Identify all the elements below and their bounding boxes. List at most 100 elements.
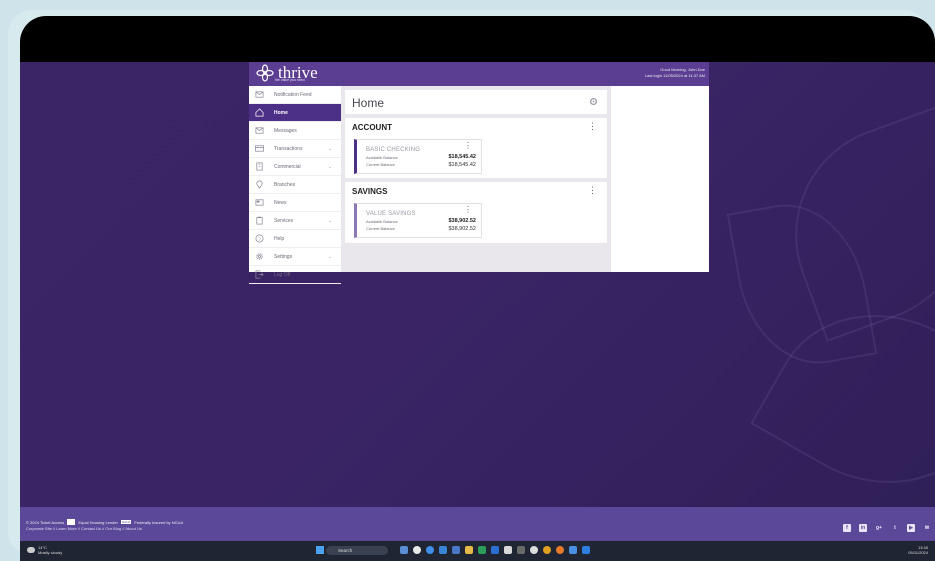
outlook-icon[interactable] <box>582 546 590 554</box>
desktop-screen: thrive the value you need Good Morning, … <box>20 62 935 561</box>
facebook-icon[interactable]: f <box>843 524 851 532</box>
email-icon[interactable]: ✉ <box>923 524 931 532</box>
sidebar-item-label: Services <box>274 217 294 224</box>
sidebar-item-notification-feed[interactable]: Notification Feed <box>249 86 341 104</box>
current-balance-value: $38,902.52 <box>448 226 476 232</box>
sidebar-item-label: Help <box>274 235 285 242</box>
social-links: f in g+ t ▶ ✉ <box>843 524 931 532</box>
available-balance-label: Available Balance <box>366 155 398 160</box>
equal-housing-icon <box>67 519 76 525</box>
sidebar-item-label: Branches <box>274 181 296 188</box>
chevron-down-icon[interactable]: ⌄ <box>328 164 332 170</box>
current-balance-label: Current Balance <box>366 226 395 231</box>
os-taskbar: 14°C Mostly cloudy Search 13:45 05/11/20… <box>20 541 935 561</box>
word-icon[interactable] <box>491 546 499 554</box>
logout-icon <box>255 270 264 279</box>
windows-start-icon[interactable] <box>316 546 324 554</box>
chevron-down-icon[interactable]: ⌄ <box>328 254 332 260</box>
sidebar-item-label: Settings <box>274 253 293 260</box>
footer-links[interactable]: Corporate Site // Learn More // Contact … <box>26 526 142 531</box>
task-view-icon[interactable] <box>400 546 408 554</box>
taskbar-search[interactable]: Search <box>326 546 388 555</box>
sidebar-item-services[interactable]: Services ⌄ <box>249 212 341 230</box>
sidebar-item-label: Notification Feed <box>274 91 312 98</box>
linkedin-icon[interactable]: in <box>859 524 867 532</box>
question-icon: ? <box>255 234 264 243</box>
edge-icon[interactable] <box>426 546 434 554</box>
account-card-savings[interactable]: ⋮ VALUE SAVINGS Available Balance $38,90… <box>354 203 482 238</box>
sidebar-item-label: Messages <box>274 127 297 134</box>
chevron-down-icon[interactable]: ⌄ <box>328 146 332 152</box>
page-header-card: Home <box>345 90 607 114</box>
taskbar-apps <box>400 546 590 554</box>
calculator-icon[interactable] <box>504 546 512 554</box>
card-icon <box>255 144 264 153</box>
file-explorer-icon[interactable] <box>465 546 473 554</box>
system-clock[interactable]: 13:45 05/11/2024 <box>908 545 928 555</box>
twitter-icon[interactable]: t <box>891 524 899 532</box>
sidebar-nav: Notification Feed Home Messages Transaction… <box>249 86 341 284</box>
account-menu-kebab-icon[interactable]: ⋮ <box>464 206 472 214</box>
clipboard-icon <box>255 216 264 225</box>
account-menu-kebab-icon[interactable]: ⋮ <box>464 142 472 150</box>
firefox-icon[interactable] <box>556 546 564 554</box>
xbox-icon[interactable] <box>478 546 486 554</box>
account-section: ACCOUNT ⋮ ⋮ BASIC CHECKING Available Bal… <box>345 118 607 178</box>
weather-widget[interactable]: 14°C Mostly cloudy <box>27 545 62 555</box>
envelope-icon <box>255 126 264 135</box>
weather-desc: Mostly cloudy <box>38 550 63 555</box>
account-card-checking[interactable]: ⋮ BASIC CHECKING Available Balance $18,5… <box>354 139 482 174</box>
page-title: Home <box>352 96 385 110</box>
copyright-text: © 2024 Ticket Access <box>26 519 65 525</box>
svg-text:?: ? <box>258 236 261 241</box>
customize-gear-icon[interactable] <box>589 97 598 106</box>
section-menu-kebab-icon[interactable]: ⋮ <box>588 186 597 195</box>
home-icon <box>255 108 264 117</box>
store-icon[interactable] <box>439 546 447 554</box>
logo-tagline: the value you need <box>275 78 305 82</box>
teams-icon[interactable] <box>569 546 577 554</box>
google-plus-icon[interactable]: g+ <box>875 524 883 532</box>
sidebar-item-label: News <box>274 199 287 206</box>
sidebar-item-home[interactable]: Home <box>249 104 341 122</box>
clock-app-icon[interactable] <box>530 546 538 554</box>
youtube-icon[interactable]: ▶ <box>907 524 915 532</box>
current-balance-label: Current Balance <box>366 162 395 167</box>
sidebar-item-settings[interactable]: Settings ⌄ <box>249 248 341 266</box>
chrome-icon[interactable] <box>413 546 421 554</box>
photos-icon[interactable] <box>543 546 551 554</box>
device-bezel: thrive the value you need Good Morning, … <box>20 16 935 561</box>
flower-logo-icon <box>256 64 274 82</box>
account-name: BASIC CHECKING <box>366 147 421 153</box>
building-icon <box>255 162 264 171</box>
app-header: thrive the value you need Good Morning, … <box>249 62 709 86</box>
sidebar-item-label: Home <box>274 109 288 116</box>
settings-app-icon[interactable] <box>517 546 525 554</box>
section-menu-kebab-icon[interactable]: ⋮ <box>588 122 597 131</box>
chevron-down-icon[interactable]: ⌄ <box>328 218 332 224</box>
clock-date: 05/11/2024 <box>908 550 928 555</box>
account-name: VALUE SAVINGS <box>366 211 416 217</box>
gear-icon <box>255 252 264 261</box>
site-footer: © 2024 Ticket Access Equal Housing Lende… <box>20 507 935 541</box>
sidebar-item-messages[interactable]: Messages <box>249 122 341 140</box>
ncua-badge: NCUA <box>120 520 132 524</box>
sidebar-item-branches[interactable]: Branches <box>249 176 341 194</box>
equal-housing-text: Equal Housing Lender <box>78 519 118 525</box>
available-balance-value: $38,902.52 <box>448 218 476 224</box>
sidebar-item-label: Log Off <box>274 271 291 278</box>
sidebar-item-transactions[interactable]: Transactions ⌄ <box>249 140 341 158</box>
sidebar-item-news[interactable]: News <box>249 194 341 212</box>
sidebar-item-commercial[interactable]: Commercial ⌄ <box>249 158 341 176</box>
cloud-icon <box>27 547 35 553</box>
newspaper-icon <box>255 198 264 207</box>
sidebar-item-label: Commercial <box>274 163 301 170</box>
sidebar-item-help[interactable]: ? Help <box>249 230 341 248</box>
savings-section: SAVINGS ⋮ ⋮ VALUE SAVINGS Available Bala… <box>345 182 607 243</box>
mail-app-icon[interactable] <box>452 546 460 554</box>
right-panel <box>611 86 709 272</box>
sidebar-item-log-off[interactable]: Log Off <box>249 266 341 284</box>
last-login-text: Last login 11/05/2024 at 11:37 AM <box>644 73 705 78</box>
current-balance-value: $18,545.42 <box>448 162 476 168</box>
section-title-account: ACCOUNT <box>352 123 392 132</box>
